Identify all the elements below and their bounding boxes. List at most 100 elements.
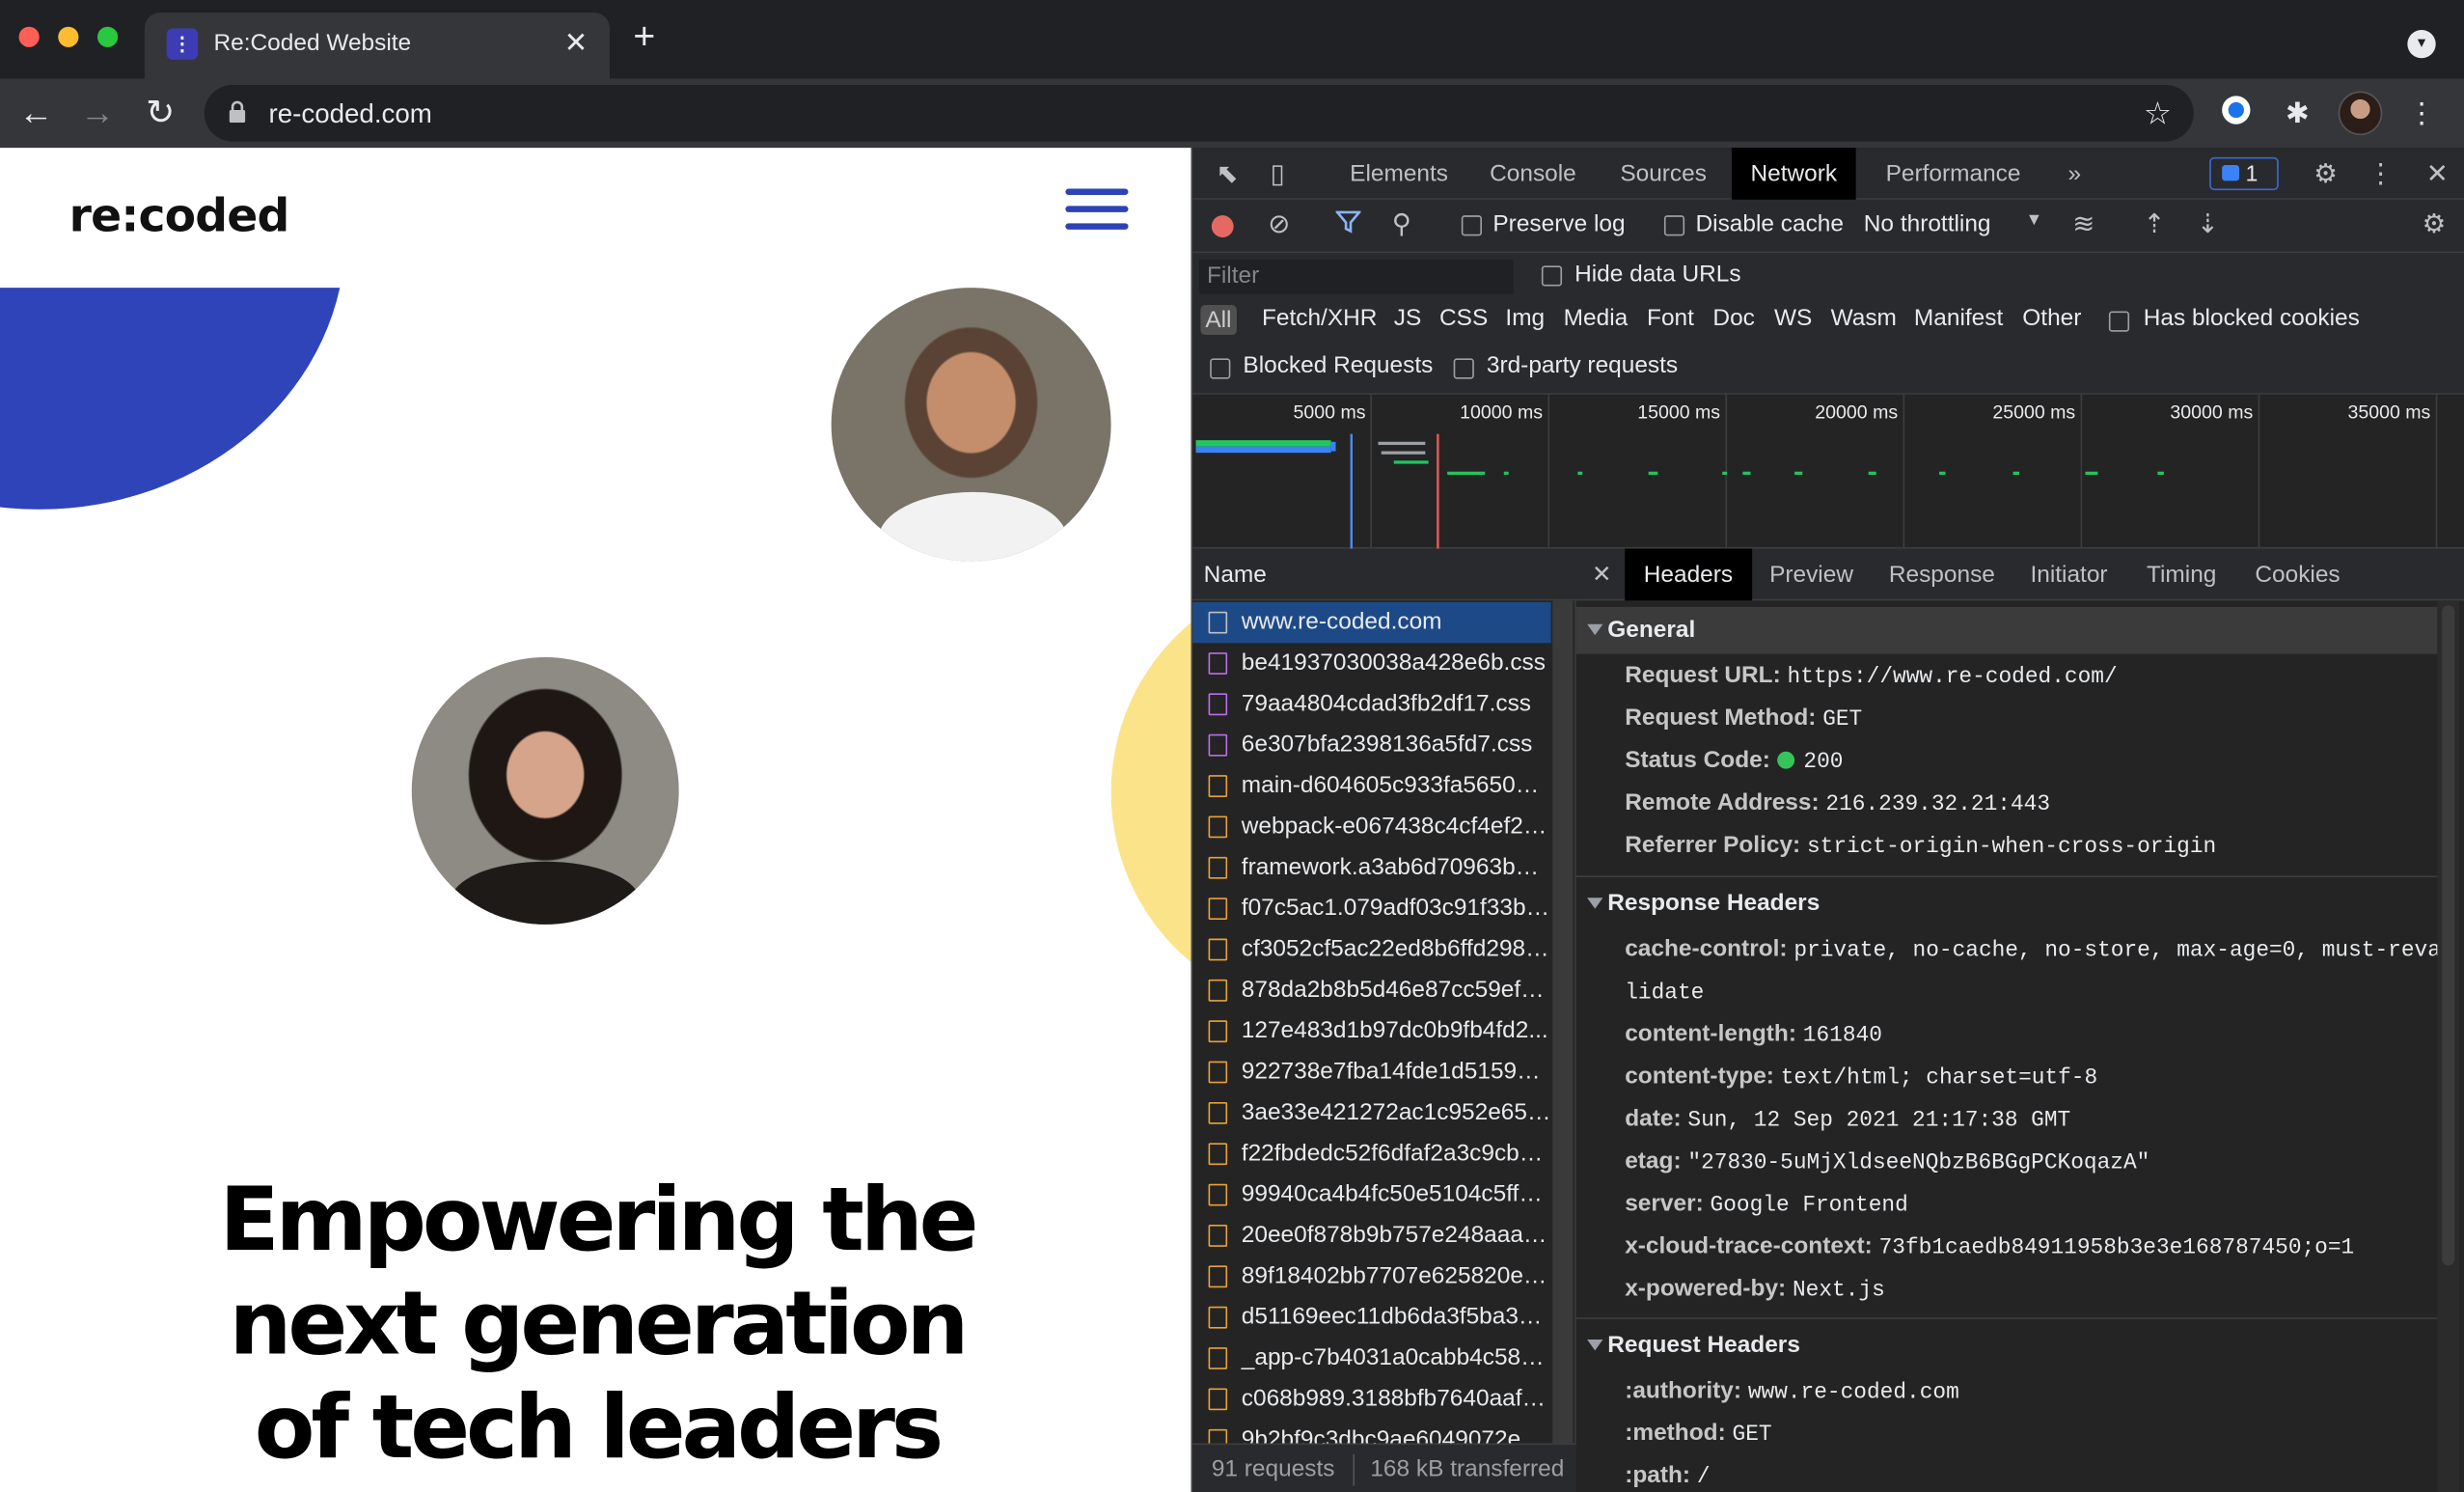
request-row[interactable]: webpack-e067438c4cf4ef2e... [1192, 807, 1551, 847]
close-devtools-icon[interactable]: ✕ [2422, 159, 2453, 191]
hamburger-menu-icon[interactable] [1065, 188, 1129, 230]
hero-line: of tech leaders [254, 1377, 944, 1479]
import-har-icon[interactable]: ⇡ [2139, 209, 2171, 241]
close-tab-icon[interactable]: ✕ [564, 27, 589, 60]
more-tabs-icon[interactable]: » [2049, 148, 2100, 200]
address-bar[interactable]: re-coded.com ☆ [204, 84, 2194, 142]
has-blocked-cookies-checkbox[interactable] [2108, 311, 2130, 332]
header-key: x-powered-by: [1625, 1275, 1787, 1302]
request-row[interactable]: 3ae33e421272ac1c952e654... [1192, 1092, 1551, 1133]
maximize-window-button[interactable] [96, 26, 119, 47]
network-toolbar: ⊘ ⚲ Preserve log Disable cache No thrott… [1192, 199, 2464, 254]
request-row[interactable]: d51169eec11db6da3f5ba37... [1192, 1297, 1551, 1338]
request-row[interactable]: www.re-coded.com [1192, 601, 1551, 644]
tab-performance[interactable]: Performance [1867, 148, 2040, 200]
clear-icon[interactable]: ⊘ [1264, 209, 1296, 241]
details-scrollbar-thumb[interactable] [2442, 605, 2455, 1266]
request-list-scrollbar[interactable] [1552, 600, 1574, 1444]
disable-cache-checkbox[interactable] [1663, 215, 1685, 236]
tab-response[interactable]: Response [1870, 549, 2013, 601]
back-icon[interactable]: ← [14, 91, 59, 135]
export-har-icon[interactable]: ⇣ [2192, 209, 2224, 241]
response-headers-section-header[interactable]: Response Headers [1576, 880, 2438, 927]
tab-elements[interactable]: Elements [1331, 148, 1467, 200]
close-details-icon[interactable]: ✕ [1576, 549, 1628, 601]
tab-cookies[interactable]: Cookies [2236, 549, 2359, 601]
filter-icon[interactable] [1332, 209, 1364, 241]
request-row[interactable]: 6e307bfa2398136a5fd7.css [1192, 725, 1550, 765]
request-row[interactable]: 878da2b8b5d46e87cc59ef7... [1192, 970, 1551, 1010]
status-divider [1353, 1453, 1355, 1486]
tab-network[interactable]: Network [1731, 148, 1856, 200]
js-file-icon [1208, 898, 1228, 921]
issues-badge[interactable]: 1 [2209, 156, 2279, 191]
request-headers-section-header[interactable]: Request Headers [1576, 1322, 2438, 1369]
request-row[interactable]: framework.a3ab6d70963b92... [1192, 847, 1551, 888]
minimize-window-button[interactable] [58, 26, 79, 47]
filter-type-fetch-xhr[interactable]: Fetch/XHR [1262, 305, 1377, 332]
throttling-select[interactable]: No throttling [1864, 210, 1991, 237]
filter-type-wasm[interactable]: Wasm [1831, 305, 1897, 332]
new-tab-button[interactable]: + [633, 18, 655, 57]
close-window-button[interactable] [18, 26, 40, 47]
request-row[interactable]: 20ee0f878b9b757e248aaab... [1192, 1215, 1551, 1256]
filter-type-ws[interactable]: WS [1774, 305, 1812, 332]
forward-icon[interactable]: → [75, 91, 120, 135]
tab-console[interactable]: Console [1471, 148, 1596, 200]
inspect-element-icon[interactable]: ⬉ [1212, 159, 1244, 191]
request-row[interactable]: f22fbdedc52f6dfaf2a3c9cb4... [1192, 1134, 1551, 1174]
network-conditions-icon[interactable]: ≋ [2068, 209, 2100, 241]
filter-type-other[interactable]: Other [2022, 305, 2081, 332]
profile-avatar[interactable] [2338, 91, 2383, 136]
request-row[interactable]: 99940ca4b4fc50e5104c5ff1... [1192, 1174, 1551, 1215]
tab-search-icon[interactable]: ▾ [2407, 29, 2436, 59]
hide-data-urls-checkbox[interactable] [1541, 265, 1563, 287]
request-row[interactable]: be41937030038a428e6b.css [1192, 643, 1550, 683]
bookmark-star-icon[interactable]: ☆ [2144, 95, 2172, 134]
extension-icon[interactable] [2216, 93, 2257, 133]
request-row[interactable]: 89f18402bb7707e625820e5... [1192, 1257, 1551, 1297]
blocked-requests-checkbox[interactable] [1210, 358, 1231, 379]
filter-input[interactable]: Filter [1198, 259, 1514, 294]
disable-cache-label: Disable cache [1695, 210, 1844, 237]
filter-type-all[interactable]: All [1200, 305, 1237, 335]
name-column-header[interactable]: Name [1192, 548, 1576, 601]
record-button[interactable] [1211, 215, 1234, 237]
settings-gear-icon[interactable]: ⚙ [2310, 159, 2341, 191]
filter-type-css[interactable]: CSS [1439, 305, 1488, 332]
request-row[interactable]: f07c5ac1.079adf03c91f33b7... [1192, 888, 1551, 928]
third-party-checkbox[interactable] [1453, 358, 1474, 379]
network-settings-gear-icon[interactable]: ⚙ [2419, 209, 2450, 241]
request-row[interactable]: c068b989.3188bfb7640aaf9... [1192, 1379, 1551, 1420]
browser-menu-icon[interactable]: ⋮ [2401, 93, 2442, 133]
tab-initiator[interactable]: Initiator [2012, 549, 2126, 601]
device-toolbar-icon[interactable]: ▯ [1262, 159, 1294, 191]
filter-type-js[interactable]: JS [1394, 305, 1422, 332]
preserve-log-checkbox[interactable] [1461, 215, 1482, 236]
network-overview-timeline[interactable]: 5000 ms 10000 ms 15000 ms 20000 ms 25000… [1192, 394, 2464, 549]
request-name: _app-c7b4031a0cabb4c58d... [1241, 1343, 1551, 1371]
browser-tab[interactable]: ⋮ Re:Coded Website ✕ [144, 13, 610, 79]
reload-icon[interactable]: ↻ [138, 91, 182, 135]
filter-type-img[interactable]: Img [1505, 305, 1545, 332]
filter-type-font[interactable]: Font [1647, 305, 1694, 332]
request-row[interactable]: 79aa4804cdad3fb2df17.css [1192, 684, 1550, 725]
request-row[interactable]: _app-c7b4031a0cabb4c58d... [1192, 1338, 1551, 1378]
request-row[interactable]: cf3052cf5ac22ed8b6ffd2986... [1192, 929, 1551, 970]
devtools-menu-icon[interactable]: ⋮ [2365, 159, 2396, 191]
request-row[interactable]: 127e483d1b97dc0b9fb4fd2... [1192, 1010, 1550, 1051]
tab-preview[interactable]: Preview [1751, 549, 1873, 601]
filter-type-doc[interactable]: Doc [1712, 305, 1754, 332]
tab-headers[interactable]: Headers [1625, 548, 1752, 601]
request-row[interactable]: 922738e7fba14fde1d515988... [1192, 1052, 1551, 1092]
general-section-header[interactable]: General [1575, 606, 2438, 654]
request-row[interactable]: main-d604605c933fa565028... [1192, 765, 1551, 806]
tab-timing[interactable]: Timing [2127, 549, 2234, 601]
puzzle-extensions-icon[interactable]: ✱ [2277, 93, 2317, 133]
site-logo[interactable]: re:coded [69, 188, 290, 241]
search-icon[interactable]: ⚲ [1386, 209, 1418, 241]
tab-sources[interactable]: Sources [1602, 148, 1726, 200]
header-key: Remote Address: [1625, 788, 1820, 816]
filter-type-media[interactable]: Media [1564, 305, 1629, 332]
filter-type-manifest[interactable]: Manifest [1914, 305, 2003, 332]
